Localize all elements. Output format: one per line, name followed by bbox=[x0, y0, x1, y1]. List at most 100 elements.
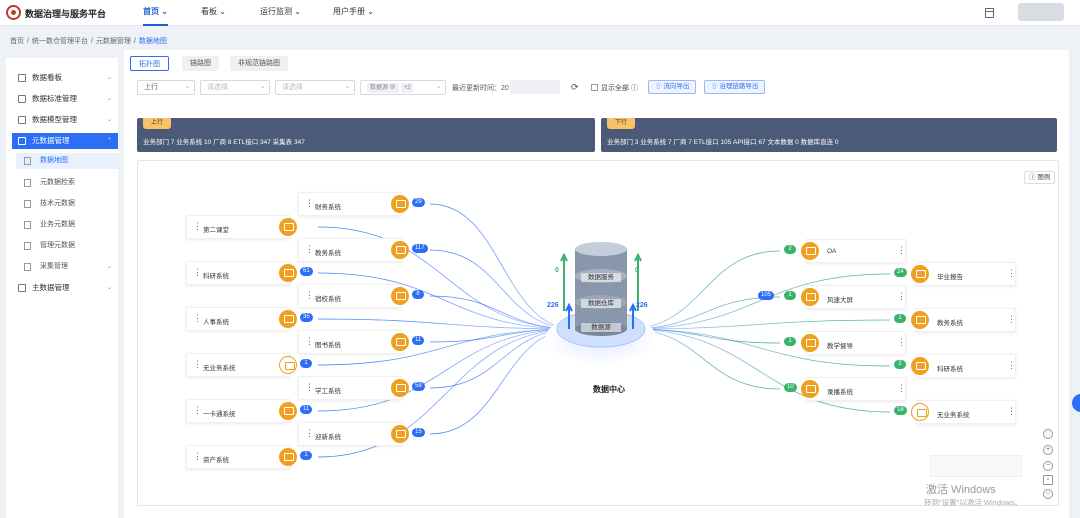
monitor-icon bbox=[391, 425, 409, 443]
breadcrumb-sep: / bbox=[133, 38, 136, 45]
avatar[interactable] bbox=[1018, 3, 1064, 21]
system-node[interactable]: ⋮ 资产系统 bbox=[186, 445, 297, 469]
sidebar-item-master-data[interactable]: 主数据管理 ⌄ bbox=[12, 280, 118, 296]
monitor-icon bbox=[279, 356, 297, 374]
metadata-icon bbox=[18, 137, 26, 145]
sidebar-item-management-metadata[interactable]: 管理元数据 bbox=[16, 238, 118, 254]
sidebar-item-models[interactable]: 数据模型管理 ⌄ bbox=[12, 112, 118, 128]
sidebar-item-collection[interactable]: 采集管理 ⌄ bbox=[16, 259, 118, 275]
export-flow-button[interactable]: ⇧ 流向导出 bbox=[648, 80, 697, 94]
sidebar-item-data-map[interactable]: 数据地图 bbox=[16, 153, 118, 169]
export-governance-button[interactable]: ⇧ 治理链路导出 bbox=[704, 80, 766, 94]
sidebar-item-dashboard[interactable]: 数据看板 ⌄ bbox=[12, 70, 118, 86]
more-menu-icon[interactable]: ⋮ bbox=[305, 290, 314, 300]
show-all-checkbox[interactable] bbox=[591, 84, 598, 91]
topnav-dashboard[interactable]: 看板 ⌄ bbox=[201, 0, 226, 26]
chevron-down-icon: ⌄ bbox=[184, 84, 190, 90]
app-title: 数据治理与服务平台 bbox=[25, 9, 107, 19]
flow-count-badge: 58 bbox=[412, 382, 425, 391]
system-node[interactable]: 无业务系统 ⋮ bbox=[911, 400, 1016, 424]
sidebar-item-metadata-search[interactable]: 元数据检索 bbox=[16, 175, 118, 191]
direction-select[interactable]: 上行 ⌄ bbox=[137, 80, 195, 95]
more-menu-icon[interactable]: ⋮ bbox=[1007, 406, 1016, 416]
refresh-icon[interactable]: ⟳ bbox=[571, 82, 579, 93]
datasource-multiselect[interactable]: 数据源 ⊗ +2 ⌄ bbox=[360, 80, 446, 95]
sidebar-item-metadata[interactable]: 元数据管理 ⌃ bbox=[12, 133, 118, 149]
breadcrumb-platform[interactable]: 统一数仓管理平台 bbox=[32, 38, 88, 45]
more-menu-icon[interactable]: ⋮ bbox=[897, 245, 906, 255]
system-node[interactable]: ⋮ 第二课堂 bbox=[186, 215, 297, 239]
more-menu-icon[interactable]: ⋮ bbox=[193, 267, 202, 277]
more-menu-icon[interactable]: ⋮ bbox=[305, 244, 314, 254]
logo-icon bbox=[6, 5, 21, 20]
system-node[interactable]: OA ⋮ bbox=[801, 239, 906, 263]
tab-topology[interactable]: 拓扑图 bbox=[130, 56, 169, 71]
flow-count-badge: 2 bbox=[784, 245, 796, 254]
more-menu-icon[interactable]: ⋮ bbox=[897, 291, 906, 301]
system-node[interactable]: 教学督导 ⋮ bbox=[801, 331, 906, 355]
system-node[interactable]: 风速大屏 ⋮ bbox=[801, 285, 906, 309]
sidebar-item-business-metadata[interactable]: 业务元数据 bbox=[16, 217, 118, 233]
sidebar-item-standards[interactable]: 数据标准管理 ⌄ bbox=[12, 91, 118, 107]
more-menu-icon[interactable]: ⋮ bbox=[193, 313, 202, 323]
datasource-tag[interactable]: 数据源 ⊗ bbox=[367, 83, 399, 93]
more-menu-icon[interactable]: ⋮ bbox=[305, 198, 314, 208]
system-node[interactable]: 毕业报告 ⋮ bbox=[911, 262, 1016, 286]
more-menu-icon[interactable]: ⋮ bbox=[193, 405, 202, 415]
system-node[interactable]: ⋮ 迎新系统 bbox=[298, 422, 409, 446]
more-menu-icon[interactable]: ⋮ bbox=[1007, 268, 1016, 278]
system-node[interactable]: ⋮ 人事系统 bbox=[186, 307, 297, 331]
more-menu-icon[interactable]: ⋮ bbox=[193, 221, 202, 231]
system-node[interactable]: ⋮ 无业务系统 bbox=[186, 353, 297, 377]
breadcrumb-home[interactable]: 首页 bbox=[10, 38, 24, 45]
more-menu-icon[interactable]: ⋮ bbox=[193, 359, 202, 369]
calendar-icon[interactable] bbox=[985, 8, 994, 18]
flow-count-badge: 1 bbox=[300, 451, 312, 460]
zoom-out-icon[interactable]: − bbox=[1043, 461, 1053, 471]
flow-count-badge: 1 bbox=[784, 291, 796, 300]
side-float-button[interactable] bbox=[1072, 394, 1080, 412]
sidebar-item-technical-metadata[interactable]: 技术元数据 bbox=[16, 196, 118, 212]
topnav-manual[interactable]: 用户手册 ⌄ bbox=[333, 0, 374, 26]
monitor-icon bbox=[911, 311, 929, 329]
filter-select-2[interactable]: 请选择 ⌄ bbox=[200, 80, 270, 95]
system-node[interactable]: 录播系统 ⋮ bbox=[801, 377, 906, 401]
system-node[interactable]: ⋮ 宿校系统 bbox=[298, 284, 409, 308]
filter-select-3[interactable]: 请选择 ⌄ bbox=[275, 80, 355, 95]
more-menu-icon[interactable]: ⋮ bbox=[193, 451, 202, 461]
system-node[interactable]: 教务系统 ⋮ bbox=[911, 308, 1016, 332]
topology-edge bbox=[429, 203, 576, 330]
system-node[interactable]: 科研系统 ⋮ bbox=[911, 354, 1016, 378]
more-menu-icon[interactable]: ⋮ bbox=[1007, 314, 1016, 324]
monitor-icon bbox=[391, 195, 409, 213]
reset-icon[interactable]: ○ bbox=[1043, 489, 1053, 499]
topnav-monitoring[interactable]: 运行监测 ⌄ bbox=[260, 0, 301, 26]
tab-lineage[interactable]: 链路图 bbox=[182, 56, 219, 71]
system-node[interactable]: ⋮ 图书系统 bbox=[298, 330, 409, 354]
more-menu-icon[interactable]: ⋮ bbox=[897, 337, 906, 347]
zoom-in-icon[interactable]: + bbox=[1043, 445, 1053, 455]
monitor-icon bbox=[279, 264, 297, 282]
system-node[interactable]: ⋮ 财务系统 bbox=[298, 192, 409, 216]
db-layer-service: 数据服务 bbox=[581, 273, 621, 282]
system-node[interactable]: ⋮ 教务系统 bbox=[298, 238, 409, 262]
tab-nonstandard-lineage[interactable]: 非规范链路图 bbox=[230, 56, 288, 71]
system-node[interactable]: ⋮ 一卡通系统 bbox=[186, 399, 297, 423]
monitor-icon bbox=[279, 218, 297, 236]
right-down-count: 226 bbox=[636, 302, 648, 309]
breadcrumb-metadata[interactable]: 元数据管理 bbox=[96, 38, 131, 45]
system-node[interactable]: ⋮ 学工系统 bbox=[298, 376, 409, 400]
more-menu-icon[interactable]: ⋮ bbox=[305, 336, 314, 346]
more-menu-icon[interactable]: ⋮ bbox=[305, 382, 314, 392]
topnav-home[interactable]: 首页 ⌄ bbox=[143, 0, 168, 26]
more-menu-icon[interactable]: ⋮ bbox=[897, 383, 906, 393]
flow-count-badge: 35 bbox=[300, 313, 313, 322]
legend-button[interactable]: ⓘ 图例 bbox=[1024, 171, 1056, 184]
minimap[interactable] bbox=[930, 455, 1022, 477]
download-icon[interactable]: ▫ bbox=[1043, 475, 1053, 485]
system-node[interactable]: ⋮ 科研系统 bbox=[186, 261, 297, 285]
more-menu-icon[interactable]: ⋮ bbox=[1007, 360, 1016, 370]
more-menu-icon[interactable]: ⋮ bbox=[305, 428, 314, 438]
fullscreen-icon[interactable]: ◌ bbox=[1043, 429, 1053, 439]
upstream-stats: 业务部门 7 业务系统 10 厂商 8 ETL接口 347 采集表 347 bbox=[143, 139, 305, 146]
